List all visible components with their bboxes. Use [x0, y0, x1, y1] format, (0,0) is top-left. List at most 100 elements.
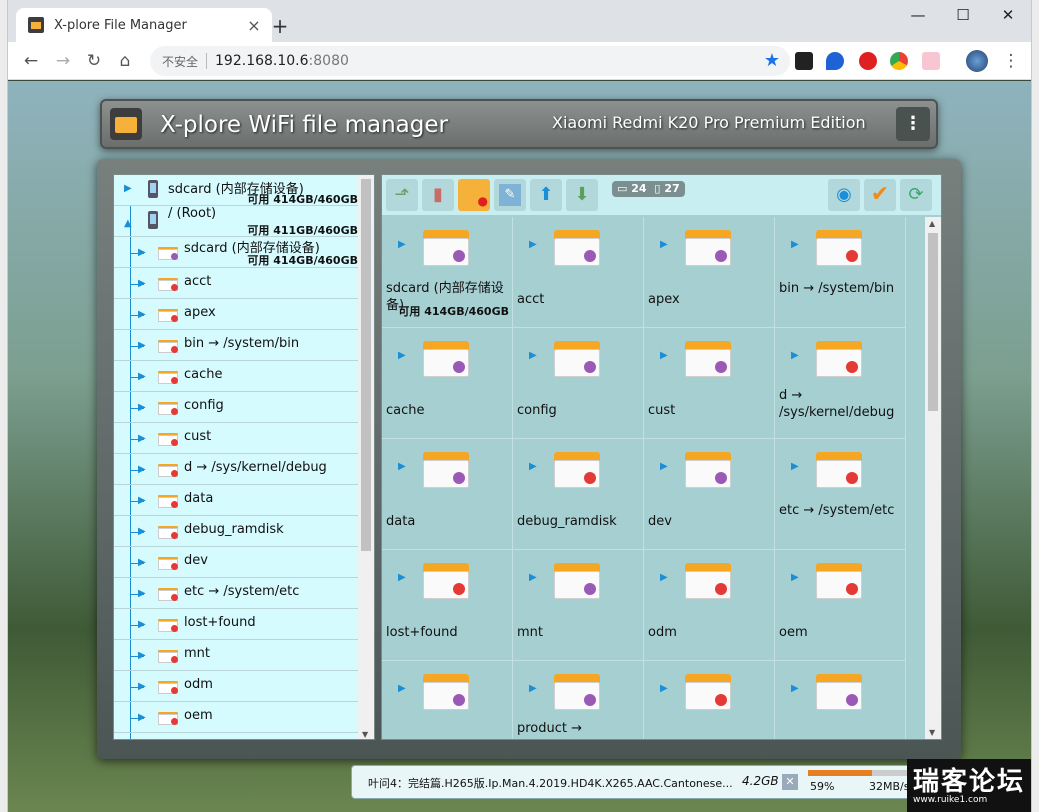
- expand-arrow-icon[interactable]: ▶: [398, 350, 406, 361]
- tree-node[interactable]: ▶ config: [114, 392, 360, 423]
- scroll-down-icon[interactable]: ▼: [362, 730, 368, 739]
- tree-node[interactable]: ▶ lost+found: [114, 609, 360, 640]
- tree-node[interactable]: ▶ cache: [114, 361, 360, 392]
- expand-arrow-icon[interactable]: ▶: [138, 309, 146, 320]
- close-window-button[interactable]: ✕: [993, 6, 1023, 24]
- extension-chrome-icon[interactable]: [890, 52, 908, 70]
- extension-drop-icon[interactable]: [826, 52, 844, 70]
- file-scrollbar[interactable]: ▲ ▼: [925, 217, 941, 739]
- maximize-button[interactable]: ☐: [948, 6, 978, 24]
- upload-button[interactable]: ⬆: [530, 179, 562, 211]
- file-tile[interactable]: ▶ cache: [382, 328, 513, 439]
- home-icon[interactable]: ⌂: [114, 50, 136, 72]
- expand-arrow-icon[interactable]: ▶: [138, 402, 146, 413]
- file-tile[interactable]: ▶ sdcard (内部存储设备) 可用 414GB/460GB: [382, 217, 513, 328]
- file-tile[interactable]: ▶ apex: [644, 217, 775, 328]
- new-tab-button[interactable]: +: [268, 14, 292, 38]
- file-tile[interactable]: ▶ lost+found: [382, 550, 513, 661]
- expand-arrow-icon[interactable]: ▶: [138, 681, 146, 692]
- delete-button[interactable]: ▮: [422, 179, 454, 211]
- file-tile[interactable]: ▶ d → /sys/kernel/debug: [775, 328, 906, 439]
- download-cancel-button[interactable]: ✕: [782, 774, 798, 790]
- security-label[interactable]: 不安全: [162, 53, 198, 70]
- select-button[interactable]: ✔: [864, 179, 896, 211]
- file-tile[interactable]: ▶ dev: [644, 439, 775, 550]
- file-tile[interactable]: ▶ config: [513, 328, 644, 439]
- reload-icon[interactable]: ↻: [83, 50, 105, 72]
- tree-node[interactable]: ▶ cust: [114, 423, 360, 454]
- file-tile[interactable]: ▶ data: [382, 439, 513, 550]
- file-tile[interactable]: ▶ oem: [775, 550, 906, 661]
- tree-node[interactable]: ▶ debug_ramdisk: [114, 516, 360, 547]
- expand-arrow-icon[interactable]: ▶: [398, 239, 406, 250]
- expand-arrow-icon[interactable]: ▶: [138, 650, 146, 661]
- extension-ghost-icon[interactable]: [795, 52, 813, 70]
- up-button[interactable]: ⬏: [386, 179, 418, 211]
- expand-arrow-icon[interactable]: ▶: [660, 461, 668, 472]
- tree-node[interactable]: ▶ etc → /system/etc: [114, 578, 360, 609]
- app-menu-button[interactable]: ⋮: [896, 107, 930, 141]
- tree-node[interactable]: ▶ oem: [114, 702, 360, 733]
- new-folder-button[interactable]: ●: [458, 179, 490, 211]
- browser-menu-icon[interactable]: ⋮: [1000, 50, 1022, 72]
- expand-arrow-icon[interactable]: ▶: [124, 183, 132, 194]
- browser-tab[interactable]: X-plore File Manager ×: [16, 8, 272, 42]
- expand-arrow-icon[interactable]: ▶: [529, 683, 537, 694]
- extension-tv-icon[interactable]: [922, 52, 940, 70]
- expand-arrow-icon[interactable]: ▶: [138, 588, 146, 599]
- expand-arrow-icon[interactable]: ▶: [791, 683, 799, 694]
- file-tile[interactable]: ▶ bin → /system/bin: [775, 217, 906, 328]
- tree-scrollbar-thumb[interactable]: [361, 179, 371, 551]
- extension-adblock-icon[interactable]: [859, 52, 877, 70]
- expand-arrow-icon[interactable]: ▶: [529, 461, 537, 472]
- forward-icon[interactable]: →: [52, 50, 74, 72]
- refresh-button[interactable]: ⟳: [900, 179, 932, 211]
- collapse-arrow-icon[interactable]: ▲: [124, 218, 132, 229]
- expand-arrow-icon[interactable]: ▶: [138, 371, 146, 382]
- tree-node-storage[interactable]: ▶ sdcard (内部存储设备) 可用 414GB/460GB: [114, 175, 360, 206]
- file-tile[interactable]: ▶ debug_ramdisk: [513, 439, 644, 550]
- file-tile[interactable]: ▶ cust: [644, 328, 775, 439]
- expand-arrow-icon[interactable]: ▶: [660, 683, 668, 694]
- profile-avatar[interactable]: [966, 50, 988, 72]
- file-tile[interactable]: ▶: [644, 661, 775, 739]
- tree-node[interactable]: ▶ apex: [114, 299, 360, 330]
- expand-arrow-icon[interactable]: ▶: [398, 572, 406, 583]
- expand-arrow-icon[interactable]: ▶: [138, 557, 146, 568]
- expand-arrow-icon[interactable]: ▶: [660, 572, 668, 583]
- file-tile[interactable]: ▶: [382, 661, 513, 739]
- tree-scrollbar[interactable]: ▼: [358, 175, 374, 739]
- expand-arrow-icon[interactable]: ▶: [138, 712, 146, 723]
- file-tile[interactable]: ▶ acct: [513, 217, 644, 328]
- download-button[interactable]: ⬇: [566, 179, 598, 211]
- expand-arrow-icon[interactable]: ▶: [138, 433, 146, 444]
- file-scrollbar-thumb[interactable]: [928, 233, 938, 411]
- bookmark-star-icon[interactable]: ★: [764, 50, 780, 71]
- file-tile[interactable]: ▶ odm: [644, 550, 775, 661]
- file-tile[interactable]: ▶ mnt: [513, 550, 644, 661]
- address-bar[interactable]: 不安全 192.168.10.6:8080 ★: [150, 46, 790, 76]
- expand-arrow-icon[interactable]: ▶: [791, 239, 799, 250]
- expand-arrow-icon[interactable]: ▶: [791, 461, 799, 472]
- file-tile[interactable]: ▶ product →: [513, 661, 644, 739]
- expand-arrow-icon[interactable]: ▶: [138, 495, 146, 506]
- back-icon[interactable]: ←: [20, 50, 42, 72]
- scroll-up-icon[interactable]: ▲: [929, 219, 935, 228]
- tree-node[interactable]: ▶proc: [114, 733, 360, 739]
- file-tile[interactable]: ▶ etc → /system/etc: [775, 439, 906, 550]
- tree-node[interactable]: ▶ data: [114, 485, 360, 516]
- expand-arrow-icon[interactable]: ▶: [660, 350, 668, 361]
- expand-arrow-icon[interactable]: ▶: [138, 340, 146, 351]
- expand-arrow-icon[interactable]: ▶: [138, 619, 146, 630]
- tree-node[interactable]: ▶ d → /sys/kernel/debug: [114, 454, 360, 485]
- expand-arrow-icon[interactable]: ▶: [791, 350, 799, 361]
- tree-node[interactable]: ▶ odm: [114, 671, 360, 702]
- expand-arrow-icon[interactable]: ▶: [529, 572, 537, 583]
- tree-node[interactable]: ▶ bin → /system/bin: [114, 330, 360, 361]
- scroll-down-icon[interactable]: ▼: [929, 728, 935, 737]
- view-button[interactable]: ◉: [828, 179, 860, 211]
- expand-arrow-icon[interactable]: ▶: [398, 683, 406, 694]
- minimize-button[interactable]: —: [903, 6, 933, 24]
- expand-arrow-icon[interactable]: ▶: [791, 572, 799, 583]
- tab-close-icon[interactable]: ×: [244, 16, 264, 35]
